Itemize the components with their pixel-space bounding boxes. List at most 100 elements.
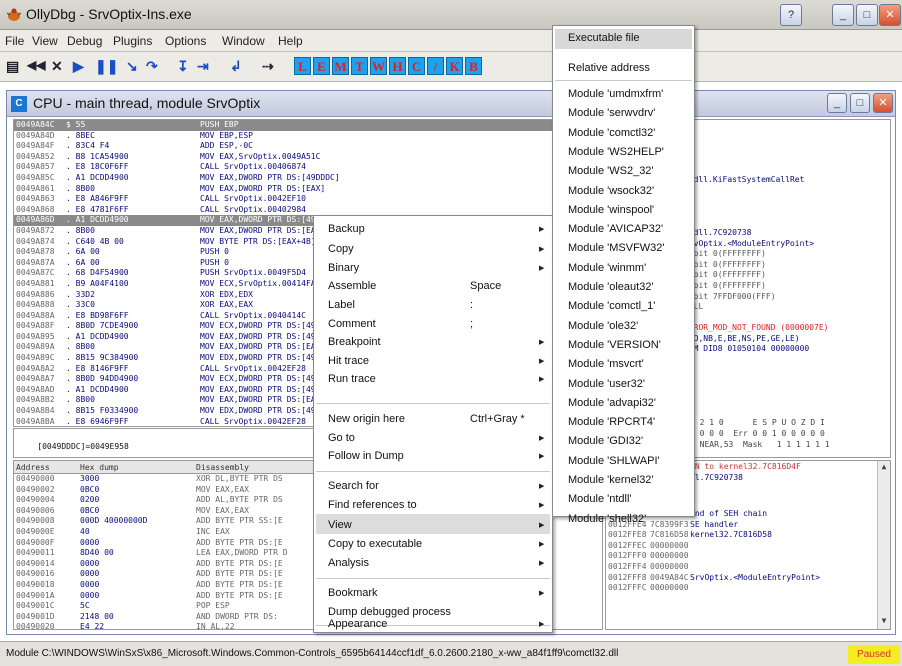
threads-window-button[interactable]: T — [351, 57, 368, 75]
menu-file[interactable]: File — [5, 34, 24, 48]
submenu-item-module-ws2help[interactable]: Module 'WS2HELP' — [568, 146, 664, 158]
open-icon[interactable]: ▤ — [6, 58, 19, 75]
callstack-window-button[interactable]: K — [446, 57, 463, 75]
menu-options[interactable]: Options — [165, 34, 206, 48]
menu-window[interactable]: Window — [222, 34, 265, 48]
submenu-item-module-comctl-1[interactable]: Module 'comctl_1' — [568, 300, 655, 312]
menu-item-follow-in-dump[interactable]: Follow in Dump — [328, 450, 404, 462]
step-over-icon[interactable]: ↷ — [146, 58, 158, 75]
menu-plugins[interactable]: Plugins — [113, 34, 152, 48]
submenu-item-module-winmm[interactable]: Module 'winmm' — [568, 262, 646, 274]
menu-item-new-origin-here[interactable]: New origin here — [328, 413, 405, 425]
disasm-row[interactable]: 0049A84D . 8BEC MOV EBP,ESP — [14, 131, 576, 142]
close-button[interactable]: ✕ — [879, 4, 901, 26]
menu-item-backup[interactable]: Backup — [328, 223, 365, 235]
dump-header-address[interactable]: Address — [16, 463, 50, 472]
breakpoints-window-button[interactable]: B — [465, 57, 482, 75]
menu-help[interactable]: Help — [278, 34, 303, 48]
stack-row[interactable]: 0012FFE8 7C816D58 kernel32.7C816D58 — [606, 530, 886, 541]
submenu-item-module-avicap32[interactable]: Module 'AVICAP32' — [568, 223, 663, 235]
disasm-row[interactable]: 0049A868 . E8 4781F6FF CALL SrvOptix.00402… — [14, 205, 576, 216]
menu-item-appearance[interactable]: Appearance — [328, 618, 387, 630]
menu-debug[interactable]: Debug — [67, 34, 102, 48]
disasm-row[interactable]: 0049A857 . E8 18C0F6FF CALL SrvOptix.00406… — [14, 162, 576, 173]
submenu-item-relative-address[interactable]: Relative address — [568, 62, 650, 74]
maximize-button[interactable]: □ — [856, 4, 878, 26]
submenu-item-module-shell32[interactable]: Module 'shell32' — [568, 513, 646, 525]
help-button[interactable]: ? — [780, 4, 802, 26]
menu-item-view[interactable]: View — [328, 519, 352, 531]
execute-till-return-icon[interactable]: ↲ — [230, 58, 242, 75]
submenu-item-module-version[interactable]: Module 'VERSION' — [568, 339, 661, 351]
restart-icon[interactable]: ◀◀ — [27, 58, 45, 72]
submenu-item-module-winspool[interactable]: Module 'winspool' — [568, 204, 654, 216]
menu-item-run-trace[interactable]: Run trace — [328, 373, 376, 385]
submenu-item-module-wsock32[interactable]: Module 'wsock32' — [568, 185, 654, 197]
stack-row[interactable]: 0012FFE4 7C8399F3 SE handler — [606, 520, 886, 531]
disasm-row[interactable]: 0049A85C . A1 DCDD4900 MOV EAX,DWORD PTR D… — [14, 173, 576, 184]
goto-icon[interactable]: ⇢ — [262, 58, 274, 75]
disasm-row[interactable]: 0049A84F . 83C4 F4 ADD ESP,-0C — [14, 141, 576, 152]
stack-row[interactable]: 0012FFF8 0049A84C SrvOptix.<ModuleEntryPoi… — [606, 573, 886, 584]
menu-item-binary[interactable]: Binary — [328, 262, 359, 274]
menu-item-dump-debugged-process[interactable]: Dump debugged process — [328, 606, 451, 618]
disasm-row[interactable]: 0049A861 . 8B00 MOV EAX,DWORD PTR DS:[EAX] — [14, 184, 576, 195]
submenu-item-module-umdmxfrm[interactable]: Module 'umdmxfrm' — [568, 88, 663, 100]
menu-item-comment[interactable]: Comment — [328, 318, 376, 330]
log-window-button[interactable]: L — [294, 57, 311, 75]
memory-window-button[interactable]: M — [332, 57, 349, 75]
menu-item-copy-to-executable[interactable]: Copy to executable — [328, 538, 422, 550]
menu-item-copy[interactable]: Copy — [328, 243, 354, 255]
close-program-icon[interactable]: ✕ — [51, 58, 63, 75]
stack-row[interactable]: 0012FFFC 00000000 — [606, 583, 886, 594]
menu-item-search-for[interactable]: Search for — [328, 480, 379, 492]
menu-item-assemble[interactable]: Assemble — [328, 280, 376, 292]
menu-item-label[interactable]: Label — [328, 299, 355, 311]
stack-row[interactable]: 0012FFF0 00000000 — [606, 551, 886, 562]
scroll-up-icon[interactable]: ▲ — [879, 462, 889, 474]
run-icon[interactable]: ▶ — [73, 58, 84, 75]
minimize-button[interactable]: _ — [832, 4, 854, 26]
disasm-row[interactable]: 0049A863 . E8 A846F9FF CALL SrvOptix.0042E… — [14, 194, 576, 205]
submenu-item-module-gdi32[interactable]: Module 'GDI32' — [568, 435, 643, 447]
menu-item-go-to[interactable]: Go to — [328, 432, 355, 444]
submenu-item-module-ole32[interactable]: Module 'ole32' — [568, 320, 638, 332]
submenu-item-module-ws2-32[interactable]: Module 'WS2_32' — [568, 165, 654, 177]
submenu-item-module-advapi32[interactable]: Module 'advapi32' — [568, 397, 656, 409]
scroll-down-icon[interactable]: ▼ — [879, 616, 889, 628]
patches-window-button[interactable]: / — [427, 57, 444, 75]
pause-icon[interactable]: ❚❚ — [95, 58, 118, 75]
app-titlebar[interactable]: OllyDbg - SrvOptix-Ins.exe ? _ □ ✕ — [0, 0, 902, 30]
cpu-titlebar[interactable]: C CPU - main thread, module SrvOptix _ □… — [7, 91, 895, 117]
menu-item-analysis[interactable]: Analysis — [328, 557, 369, 569]
dump-header-disassembly[interactable]: Disassembly — [196, 463, 249, 472]
cpu-minimize-button[interactable]: _ — [827, 93, 847, 113]
cpu-window-button[interactable]: C — [408, 57, 425, 75]
submenu-item-module-msvfw32[interactable]: Module 'MSVFW32' — [568, 242, 665, 254]
disasm-row[interactable]: 0049A852 . B8 1CA54900 MOV EAX,SrvOptix.00… — [14, 152, 576, 163]
windows-window-button[interactable]: W — [370, 57, 387, 75]
menu-item-bookmark[interactable]: Bookmark — [328, 587, 378, 599]
submenu-item-module-msvcrt[interactable]: Module 'msvcrt' — [568, 358, 644, 370]
stack-row[interactable]: 0012FFEC 00000000 — [606, 541, 886, 552]
submenu-item-module-ntdll[interactable]: Module 'ntdll' — [568, 493, 632, 505]
cpu-close-button[interactable]: ✕ — [873, 93, 893, 113]
animate-over-icon[interactable]: ⇥ — [197, 58, 209, 75]
submenu-item-module-comctl32[interactable]: Module 'comctl32' — [568, 127, 655, 139]
submenu-item-executable-file[interactable]: Executable file — [568, 32, 640, 44]
handles-window-button[interactable]: H — [389, 57, 406, 75]
submenu-item-module-oleaut32[interactable]: Module 'oleaut32' — [568, 281, 654, 293]
stack-row[interactable]: 0012FFF4 00000000 — [606, 562, 886, 573]
menu-item-find-references-to[interactable]: Find references to — [328, 499, 417, 511]
stack-scrollbar[interactable]: ▲ ▼ — [877, 461, 890, 629]
cpu-maximize-button[interactable]: □ — [850, 93, 870, 113]
modules-window-button[interactable]: E — [313, 57, 330, 75]
menu-item-hit-trace[interactable]: Hit trace — [328, 355, 369, 367]
submenu-item-module-kernel32[interactable]: Module 'kernel32' — [568, 474, 654, 486]
animate-into-icon[interactable]: ↧ — [177, 58, 189, 75]
dump-header-hex[interactable]: Hex dump — [80, 463, 119, 472]
menu-item-breakpoint[interactable]: Breakpoint — [328, 336, 381, 348]
submenu-item-module-user32[interactable]: Module 'user32' — [568, 378, 645, 390]
menu-view[interactable]: View — [32, 34, 58, 48]
submenu-item-module-rpcrt4[interactable]: Module 'RPCRT4' — [568, 416, 655, 428]
